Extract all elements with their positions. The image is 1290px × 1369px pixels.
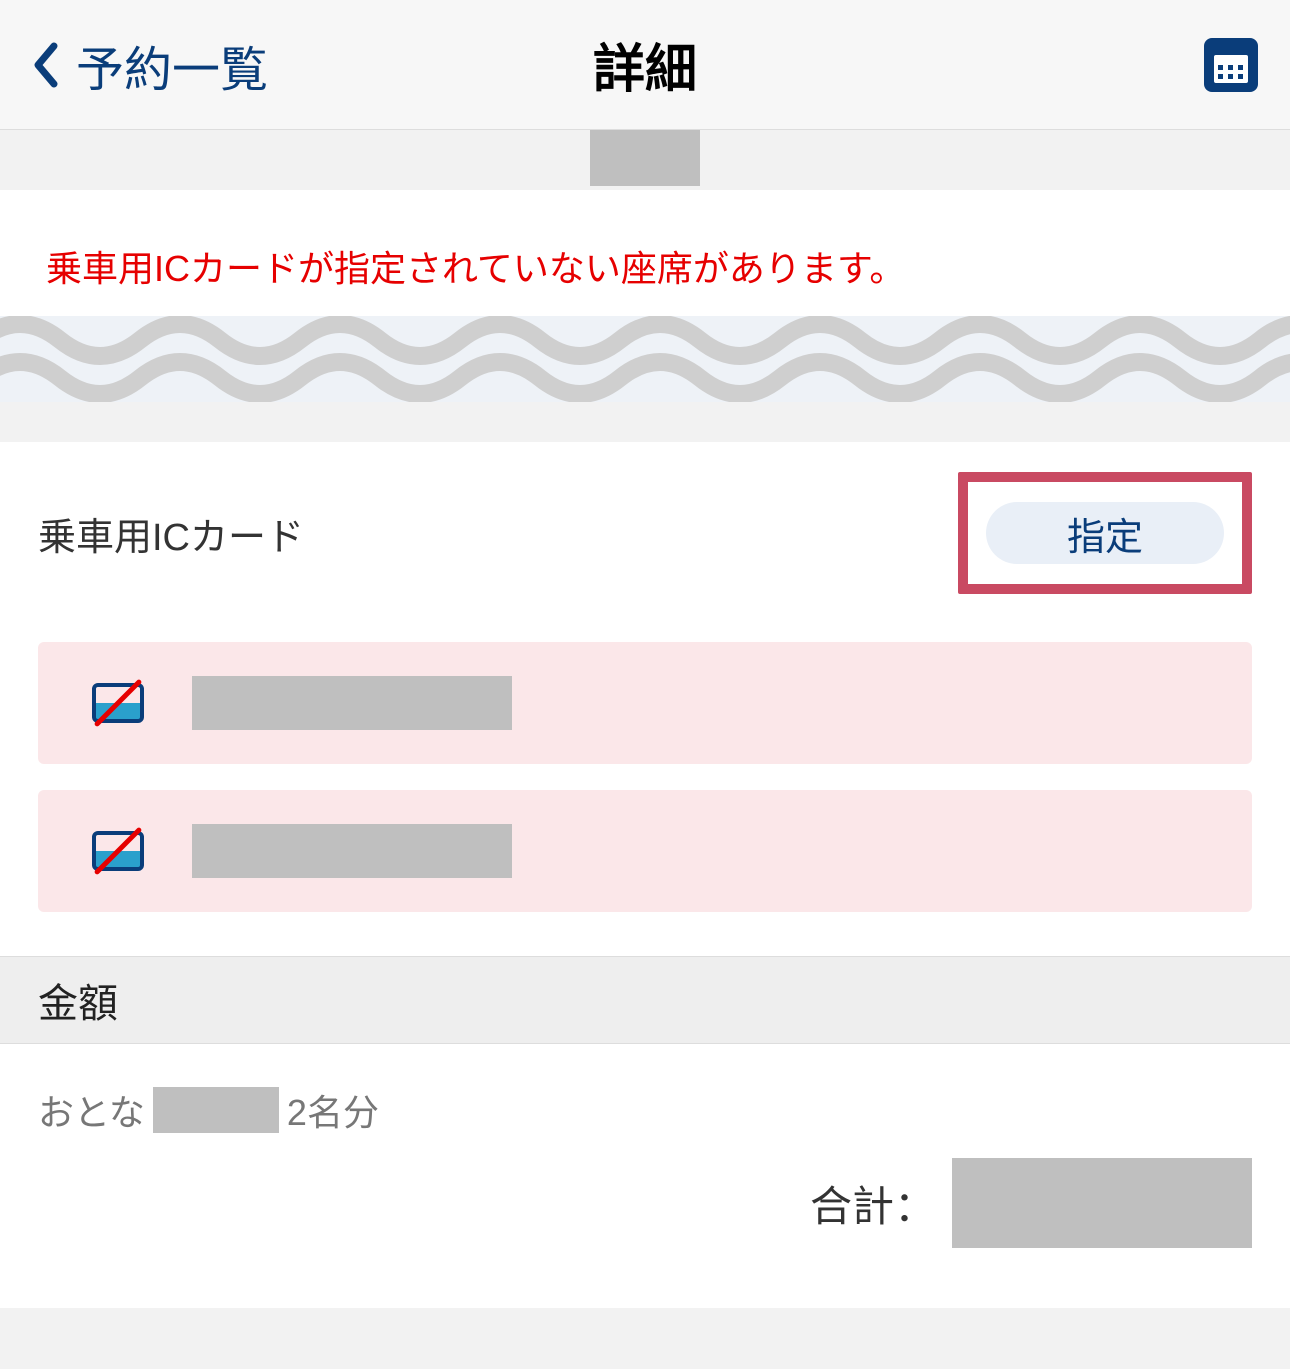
- warning-section: 乗車用ICカードが指定されていない座席があります。: [0, 190, 1290, 316]
- ic-card-row: [38, 642, 1252, 764]
- wave-icon: [0, 316, 1290, 402]
- page-title: 詳細: [593, 27, 697, 102]
- ic-card-section: 乗車用ICカード 指定: [0, 442, 1290, 956]
- redacted-block: [952, 1158, 1252, 1248]
- amount-section-header: 金額: [0, 956, 1290, 1044]
- assign-button[interactable]: 指定: [986, 502, 1224, 564]
- header-bar: 予約一覧 詳細: [0, 0, 1290, 130]
- no-card-icon: [92, 831, 144, 871]
- ic-card-row: [38, 790, 1252, 912]
- amount-total-line: 合計：: [38, 1158, 1252, 1248]
- redacted-block: [192, 824, 512, 878]
- sub-header-bar: [0, 130, 1290, 190]
- adult-label: おとな: [38, 1084, 145, 1136]
- redacted-block: [192, 676, 512, 730]
- redacted-block: [153, 1087, 279, 1133]
- calendar-icon: [1214, 55, 1248, 83]
- highlight-frame: 指定: [958, 472, 1252, 594]
- back-label: 予約一覧: [76, 30, 268, 100]
- calendar-button[interactable]: [1204, 38, 1258, 92]
- warning-text: 乗車用ICカードが指定されていない座席があります。: [46, 240, 1244, 292]
- back-button[interactable]: 予約一覧: [32, 30, 268, 100]
- wavy-separator: [0, 316, 1290, 402]
- no-card-icon: [92, 683, 144, 723]
- bottom-spacer: [0, 1308, 1290, 1338]
- amount-section: おとな 2名分 合計：: [0, 1044, 1290, 1308]
- redacted-block: [590, 130, 700, 186]
- amount-adult-line: おとな 2名分: [38, 1084, 1252, 1136]
- ic-header-row: 乗車用ICカード 指定: [38, 472, 1252, 594]
- count-label: 2名分: [287, 1084, 379, 1136]
- ic-card-label: 乗車用ICカード: [38, 506, 304, 561]
- total-label: 合計：: [810, 1173, 936, 1234]
- chevron-left-icon: [32, 42, 60, 88]
